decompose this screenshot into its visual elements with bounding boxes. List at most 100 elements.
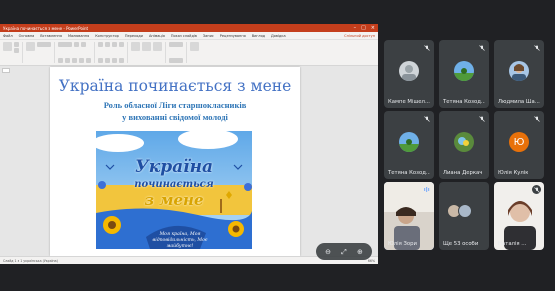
participant-tile[interactable]: Ю Юлія Кулік <box>494 111 544 179</box>
participant-name: Людмила Ша... <box>498 99 540 105</box>
menu-help[interactable]: Довідка <box>271 34 286 38</box>
mic-off-icon <box>422 114 431 123</box>
line-spacing-icon[interactable] <box>119 42 124 47</box>
underline-icon[interactable] <box>72 58 77 63</box>
cut-icon[interactable] <box>14 42 19 47</box>
ribbon-tabs: Файл Основна Вставлення Малювання Констр… <box>0 32 378 40</box>
avatar <box>399 132 419 152</box>
participant-tile[interactable]: Лиана Деркач <box>439 111 489 179</box>
bullets-icon[interactable] <box>98 42 103 47</box>
menu-review[interactable]: Рецензування <box>220 34 246 38</box>
zoom-in-icon[interactable]: ⊕ <box>357 248 363 256</box>
menu-insert[interactable]: Вставлення <box>40 34 62 38</box>
quick-styles-icon[interactable] <box>153 42 162 51</box>
ribbon-group-drawing <box>131 42 166 63</box>
poster-image: Україна починається з мене Моя країна, М… <box>88 125 260 255</box>
strikethrough-icon[interactable] <box>79 58 84 63</box>
participant-name: Тетяна Козод... <box>443 99 485 105</box>
slide-canvas[interactable]: Україна починається з мене Роль обласної… <box>50 67 300 256</box>
mic-off-icon <box>532 43 541 52</box>
slide-title: Україна починається з мене <box>58 77 292 95</box>
zoom-out-icon[interactable]: ⊖ <box>325 248 331 256</box>
mic-off-icon <box>477 114 486 123</box>
copy-icon[interactable] <box>14 48 19 53</box>
new-slide-icon[interactable] <box>26 42 35 51</box>
align-center-icon[interactable] <box>105 58 110 63</box>
ribbon-group-designer <box>190 42 202 63</box>
group-avatars <box>447 204 472 218</box>
fit-screen-icon[interactable]: ⤢ <box>341 248 347 256</box>
avatar <box>454 61 474 81</box>
align-left-icon[interactable] <box>98 58 103 63</box>
ribbon-group-editing <box>169 42 187 63</box>
audio-level-icon <box>422 185 431 194</box>
shared-screen-presentation[interactable]: Україна починається з мене - PowerPoint … <box>0 24 378 264</box>
slide-subtitle-line2: у вихованні свідомої молоді <box>122 112 228 122</box>
font-size-select[interactable] <box>74 42 79 47</box>
grow-font-icon[interactable] <box>81 42 86 47</box>
replace-icon[interactable] <box>169 58 183 63</box>
maximize-icon[interactable]: □ <box>361 25 366 31</box>
avatar <box>509 61 529 81</box>
paste-icon[interactable] <box>3 42 12 51</box>
justify-icon[interactable] <box>119 58 124 63</box>
close-icon[interactable]: × <box>371 25 375 31</box>
participant-name: Лиана Деркач <box>443 170 483 176</box>
italic-icon[interactable] <box>65 58 70 63</box>
participant-name: Наталія ... <box>498 241 527 247</box>
slide-thumbnail[interactable] <box>2 68 10 73</box>
font-color-icon[interactable] <box>86 58 91 63</box>
ribbon-group-paragraph <box>98 42 128 63</box>
menu-transitions[interactable]: Переходи <box>125 34 143 38</box>
menu-view[interactable]: Вигляд <box>252 34 265 38</box>
mic-off-icon <box>477 43 486 52</box>
share-button[interactable]: Спільний доступ <box>344 34 375 38</box>
participant-name: Кампе Мішел... <box>388 99 430 105</box>
window-titlebar: Україна починається з мене - PowerPoint … <box>0 24 378 32</box>
ribbon-group-slides <box>26 42 55 63</box>
ribbon-group-clipboard <box>3 42 23 63</box>
mic-off-icon <box>422 43 431 52</box>
align-right-icon[interactable] <box>112 58 117 63</box>
participant-name: Юлія Кулік <box>498 170 529 176</box>
poster-slogan: Моя країна, Моя відповідальність, Моє ма… <box>152 232 208 249</box>
participant-name: Тетяна Козод... <box>388 170 430 176</box>
menu-animations[interactable]: Анімація <box>149 34 165 38</box>
indent-icon[interactable] <box>112 42 117 47</box>
editor-area: Україна починається з мене Роль обласної… <box>0 66 378 256</box>
find-icon[interactable] <box>169 42 183 47</box>
font-select[interactable] <box>58 42 72 47</box>
participant-tile[interactable]: Людмила Ша... <box>494 40 544 108</box>
status-text: Слайд 1 з 1 українська (Україна) <box>3 258 58 263</box>
menu-design[interactable]: Конструктор <box>95 34 119 38</box>
participant-tile[interactable]: Тетяна Козод... <box>384 111 434 179</box>
menu-record[interactable]: Запис <box>203 34 214 38</box>
slide-subtitle-line1: Роль обласної Ліги старшокласників <box>103 100 247 110</box>
designer-icon[interactable] <box>190 42 199 51</box>
poster-title-line3: з мене <box>144 191 204 209</box>
window-title: Україна починається з мене - PowerPoint <box>3 25 89 31</box>
shapes-icon[interactable] <box>131 42 140 51</box>
menu-draw[interactable]: Малювання <box>68 34 89 38</box>
participant-tile[interactable]: Тетяна Козод... <box>439 40 489 108</box>
layout-icon[interactable] <box>37 42 51 47</box>
ribbon-group-font <box>58 42 95 63</box>
slide-thumbnails <box>2 68 12 254</box>
bold-icon[interactable] <box>58 58 63 63</box>
participant-tile-active[interactable]: Юлія Зори <box>384 182 434 250</box>
menu-file[interactable]: Файл <box>3 34 13 38</box>
minimize-icon[interactable]: – <box>354 25 357 31</box>
avatar <box>454 132 474 152</box>
more-participants-tile[interactable]: Ще 53 особи <box>439 182 489 250</box>
presentation-controls: ⊖ ⤢ ⊕ <box>316 243 372 260</box>
menu-slideshow[interactable]: Показ слайдів <box>171 34 197 38</box>
mic-off-icon <box>532 114 541 123</box>
participant-tile[interactable]: Наталія ... <box>494 182 544 250</box>
avatar-letter: Ю <box>509 132 529 152</box>
participant-tile[interactable]: Кампе Мішел... <box>384 40 434 108</box>
zoom-level[interactable]: 66% <box>368 259 375 263</box>
numbering-icon[interactable] <box>105 42 110 47</box>
participant-name: Юлія Зори <box>388 241 417 247</box>
arrange-icon[interactable] <box>142 42 151 51</box>
menu-home[interactable]: Основна <box>19 34 35 38</box>
